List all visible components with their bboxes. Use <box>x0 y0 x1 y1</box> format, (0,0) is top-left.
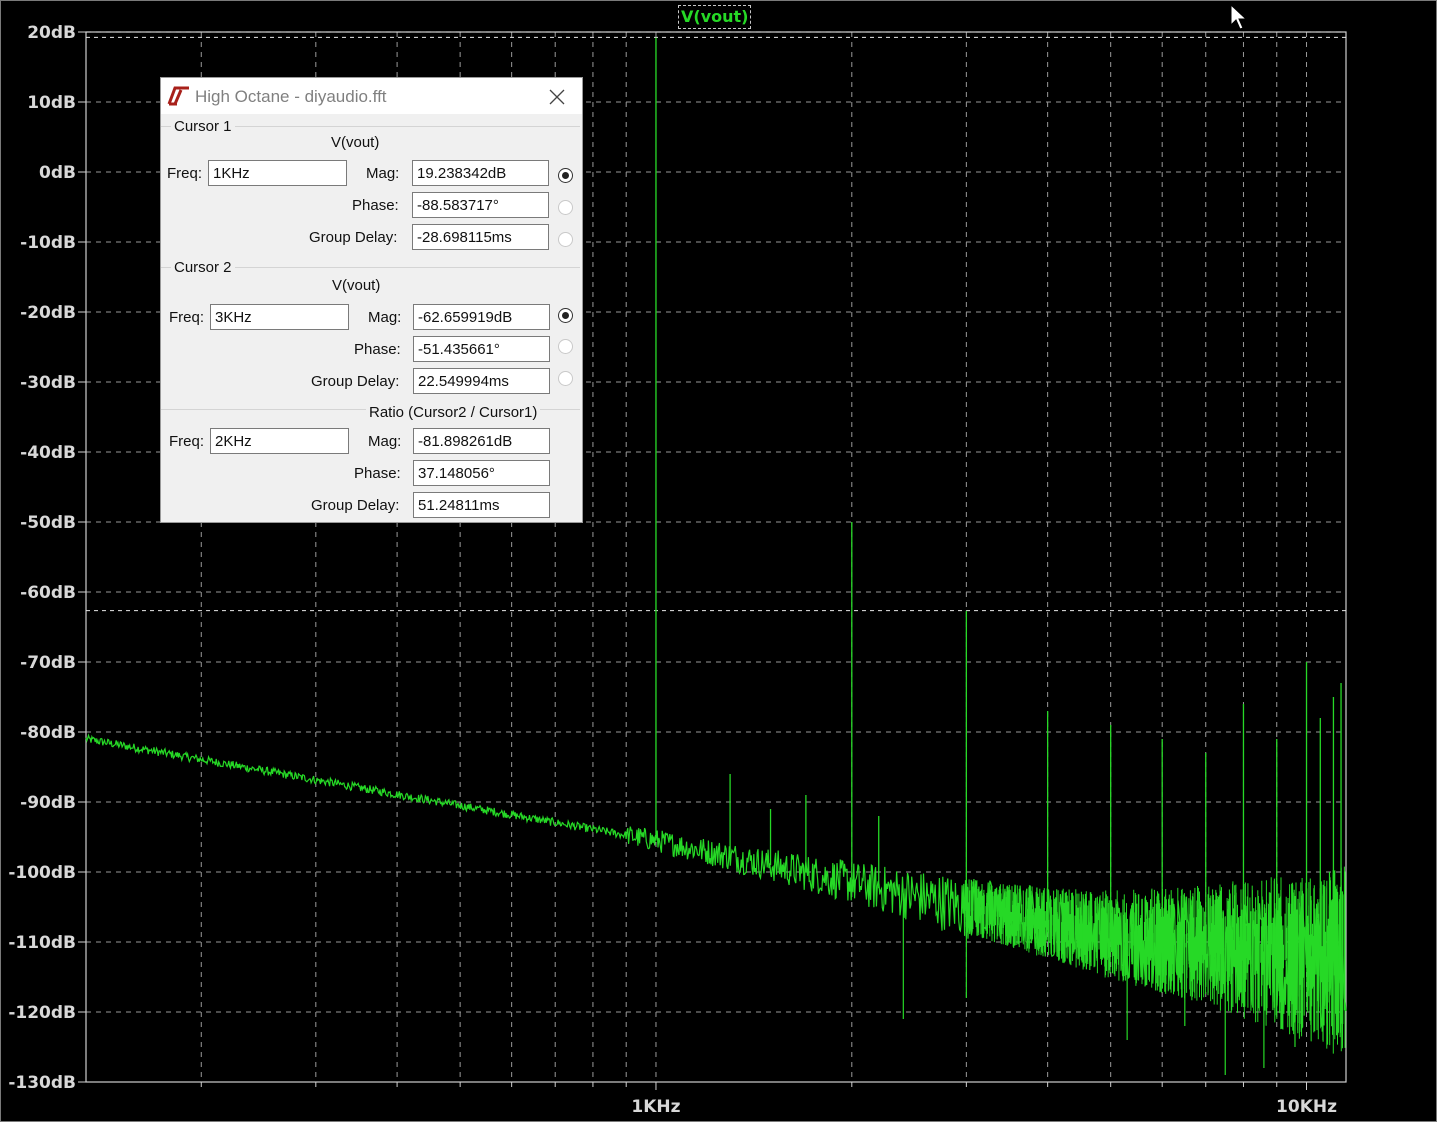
cursor2-trace-name: V(vout) <box>332 277 381 294</box>
ratio-mag-label: Mag: <box>368 433 402 450</box>
y-tick-label: -20dB <box>20 303 76 323</box>
cursor2-mag-label: Mag: <box>368 309 402 326</box>
y-tick-label: 10dB <box>27 93 76 113</box>
cursor2-phase-label: Phase: <box>354 341 401 358</box>
y-tick-label: -110dB <box>8 933 76 953</box>
dialog-title: High Octane - diyaudio.fft <box>195 87 387 106</box>
cursor1-group-delay-field[interactable] <box>412 224 549 250</box>
y-tick-label: 20dB <box>27 23 76 43</box>
y-tick-label: -80dB <box>20 723 76 743</box>
cursor2-freq-label: Freq: <box>169 309 205 326</box>
ratio-phase-label: Phase: <box>354 465 401 482</box>
dialog-titlebar[interactable]: High Octane - diyaudio.fft <box>161 78 582 114</box>
ratio-mag-field[interactable] <box>413 428 550 454</box>
y-tick-label: 0dB <box>39 163 76 183</box>
cursor1-mag-field[interactable] <box>412 160 549 186</box>
y-tick-label: -50dB <box>20 513 76 533</box>
ratio-group-delay-field[interactable] <box>413 492 550 518</box>
ltspice-logo-icon <box>167 86 189 106</box>
y-tick-label: -100dB <box>8 863 76 883</box>
mouse-pointer-icon <box>1230 4 1248 30</box>
x-tick-label: 10KHz <box>1276 1097 1337 1117</box>
ratio-freq-field[interactable] <box>210 428 349 454</box>
cursor1-phase-radio[interactable] <box>558 200 573 215</box>
cursor1-group: Cursor 1 V(vout) Freq: Mag: Phase: Group… <box>161 118 580 267</box>
y-tick-label: -10dB <box>20 233 76 253</box>
y-tick-label: -30dB <box>20 373 76 393</box>
ratio-phase-field[interactable] <box>413 460 550 486</box>
cursor2-group-delay-label: Group Delay: <box>311 373 400 390</box>
cursor2-group: Cursor 2 V(vout) Freq: Mag: Phase: Group… <box>161 259 580 408</box>
y-tick-label: -40dB <box>20 443 76 463</box>
cursor2-freq-field[interactable] <box>210 304 349 330</box>
cursor1-phase-label: Phase: <box>352 197 399 214</box>
cursor1-freq-label: Freq: <box>167 165 203 182</box>
trace-label[interactable]: V(vout) <box>678 5 752 29</box>
cursor2-legend: Cursor 2 <box>171 259 235 276</box>
y-tick-label: -120dB <box>8 1003 76 1023</box>
y-tick-label: -90dB <box>20 793 76 813</box>
cursor1-mag-radio[interactable] <box>558 168 573 183</box>
cursor1-trace-name: V(vout) <box>331 134 380 151</box>
ratio-legend: Ratio (Cursor2 / Cursor1) <box>366 404 541 421</box>
cursor1-group-delay-radio[interactable] <box>558 232 573 247</box>
close-icon[interactable] <box>545 86 569 108</box>
y-tick-label: -60dB <box>20 583 76 603</box>
cursor1-legend: Cursor 1 <box>171 118 235 135</box>
cursor1-group-delay-label: Group Delay: <box>309 229 398 246</box>
x-tick-label: 1KHz <box>631 1097 680 1117</box>
y-tick-label: -130dB <box>8 1073 76 1093</box>
cursor2-group-delay-radio[interactable] <box>558 371 573 386</box>
cursor1-phase-field[interactable] <box>412 192 549 218</box>
ratio-freq-label: Freq: <box>169 433 205 450</box>
trace-noise-band <box>966 866 1346 1054</box>
cursor1-freq-field[interactable] <box>208 160 347 186</box>
cursor2-mag-field[interactable] <box>413 304 550 330</box>
ratio-group: Ratio (Cursor2 / Cursor1) Freq: Mag: Pha… <box>161 404 580 523</box>
cursor2-phase-radio[interactable] <box>558 339 573 354</box>
ratio-group-delay-label: Group Delay: <box>311 497 400 514</box>
y-tick-label: -70dB <box>20 653 76 673</box>
cursor-dialog: High Octane - diyaudio.fft Cursor 1 V(vo… <box>161 78 582 522</box>
cursor2-phase-field[interactable] <box>413 336 550 362</box>
cursor1-mag-label: Mag: <box>366 165 400 182</box>
cursor2-mag-radio[interactable] <box>558 308 573 323</box>
cursor2-group-delay-field[interactable] <box>413 368 550 394</box>
